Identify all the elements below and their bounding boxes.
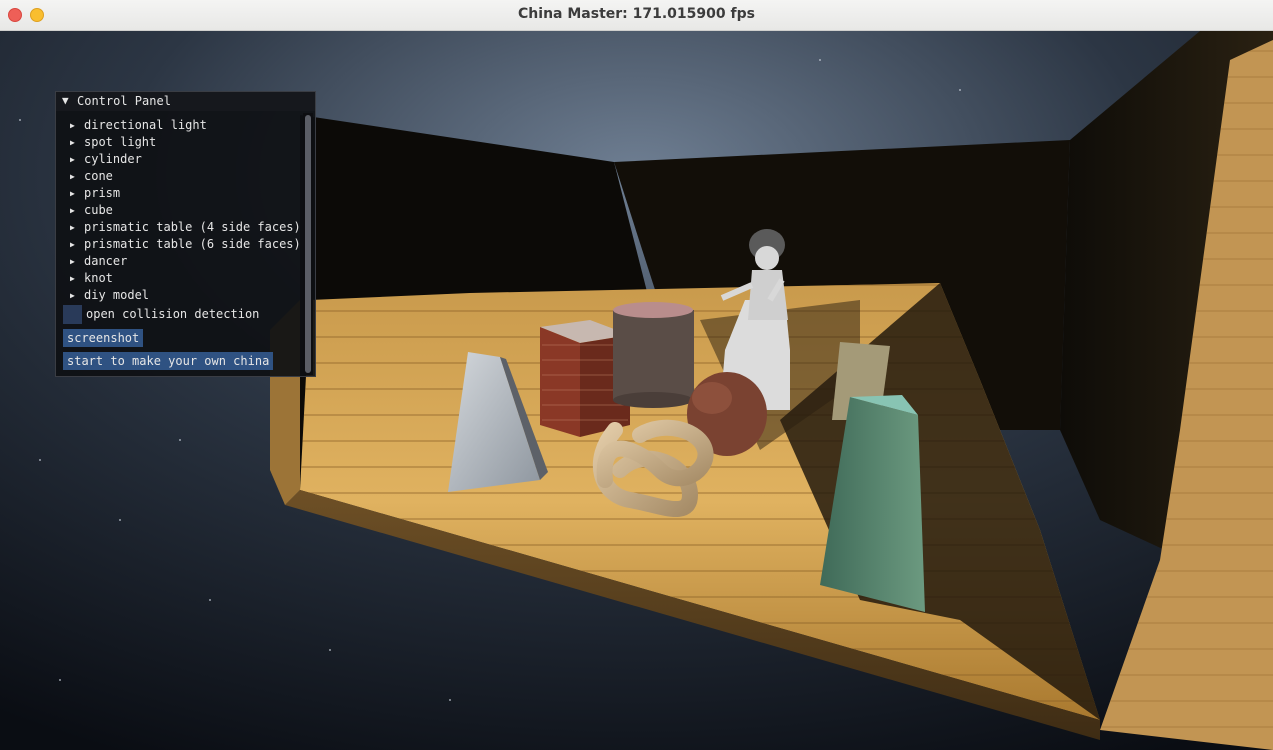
window-title: China Master: 171.015900 fps <box>518 6 755 22</box>
collision-detection-label: open collision detection <box>86 307 260 321</box>
tree-item-cylinder[interactable]: ▶ cylinder <box>70 152 142 169</box>
tree-item-label: cube <box>84 203 113 217</box>
tree-item-label: cone <box>84 169 113 183</box>
expand-arrow-icon[interactable]: ▶ <box>70 138 84 147</box>
tree-item-label: directional light <box>84 118 207 132</box>
tree-item-label: cylinder <box>84 152 142 166</box>
collision-detection-checkbox[interactable] <box>63 305 82 324</box>
tree-item-label: knot <box>84 271 113 285</box>
tree-item-label: prismatic table (6 side faces) <box>84 237 301 251</box>
make-own-china-button[interactable]: start to make your own china <box>63 352 274 370</box>
tree-item-directional-light[interactable]: ▶ directional light <box>70 118 207 135</box>
panel-scrollbar[interactable] <box>303 113 313 375</box>
tree-item-label: diy model <box>84 288 150 302</box>
tree-item-label: dancer <box>84 254 128 268</box>
tree-item-spot-light[interactable]: ▶ spot light <box>70 135 156 152</box>
tree-item-label: prismatic table (4 side faces) <box>84 220 301 234</box>
tree-item-label: spot light <box>84 135 157 149</box>
expand-arrow-icon[interactable]: ▶ <box>70 274 84 283</box>
collapse-arrow-icon[interactable]: ▼ <box>62 94 69 107</box>
control-panel-header[interactable]: ▼ Control Panel <box>56 92 315 111</box>
expand-arrow-icon[interactable]: ▶ <box>70 206 84 215</box>
expand-arrow-icon[interactable]: ▶ <box>70 172 84 181</box>
tree-item-cube[interactable]: ▶ cube <box>70 203 113 220</box>
brick-cube <box>540 327 580 437</box>
expand-arrow-icon[interactable]: ▶ <box>70 223 84 232</box>
tree-item-diy-model[interactable]: ▶ diy model <box>70 288 149 305</box>
expand-arrow-icon[interactable]: ▶ <box>70 257 84 266</box>
expand-arrow-icon[interactable]: ▶ <box>70 240 84 249</box>
control-panel[interactable]: ▼ Control Panel ▶ directional light ▶ spot… <box>55 91 316 377</box>
tree-item-prismatic-table-6[interactable]: ▶ prismatic table (6 side faces) <box>70 237 301 254</box>
expand-arrow-icon[interactable]: ▶ <box>70 291 84 300</box>
tree-item-prism[interactable]: ▶ prism <box>70 186 120 203</box>
tree-item-prismatic-table-4[interactable]: ▶ prismatic table (4 side faces) <box>70 220 301 237</box>
cylinder <box>613 310 694 400</box>
scrollbar-thumb[interactable] <box>305 115 311 373</box>
tree-item-label: prism <box>84 186 121 200</box>
window-titlebar[interactable]: China Master: 171.015900 fps <box>0 0 1273 31</box>
tree-item-knot[interactable]: ▶ knot <box>70 271 113 288</box>
tree-item-dancer[interactable]: ▶ dancer <box>70 254 127 271</box>
expand-arrow-icon[interactable]: ▶ <box>70 121 84 130</box>
expand-arrow-icon[interactable]: ▶ <box>70 155 84 164</box>
tree-item-cone[interactable]: ▶ cone <box>70 169 113 186</box>
screenshot-button[interactable]: screenshot <box>63 329 144 347</box>
control-panel-title: Control Panel <box>77 94 171 108</box>
expand-arrow-icon[interactable]: ▶ <box>70 189 84 198</box>
